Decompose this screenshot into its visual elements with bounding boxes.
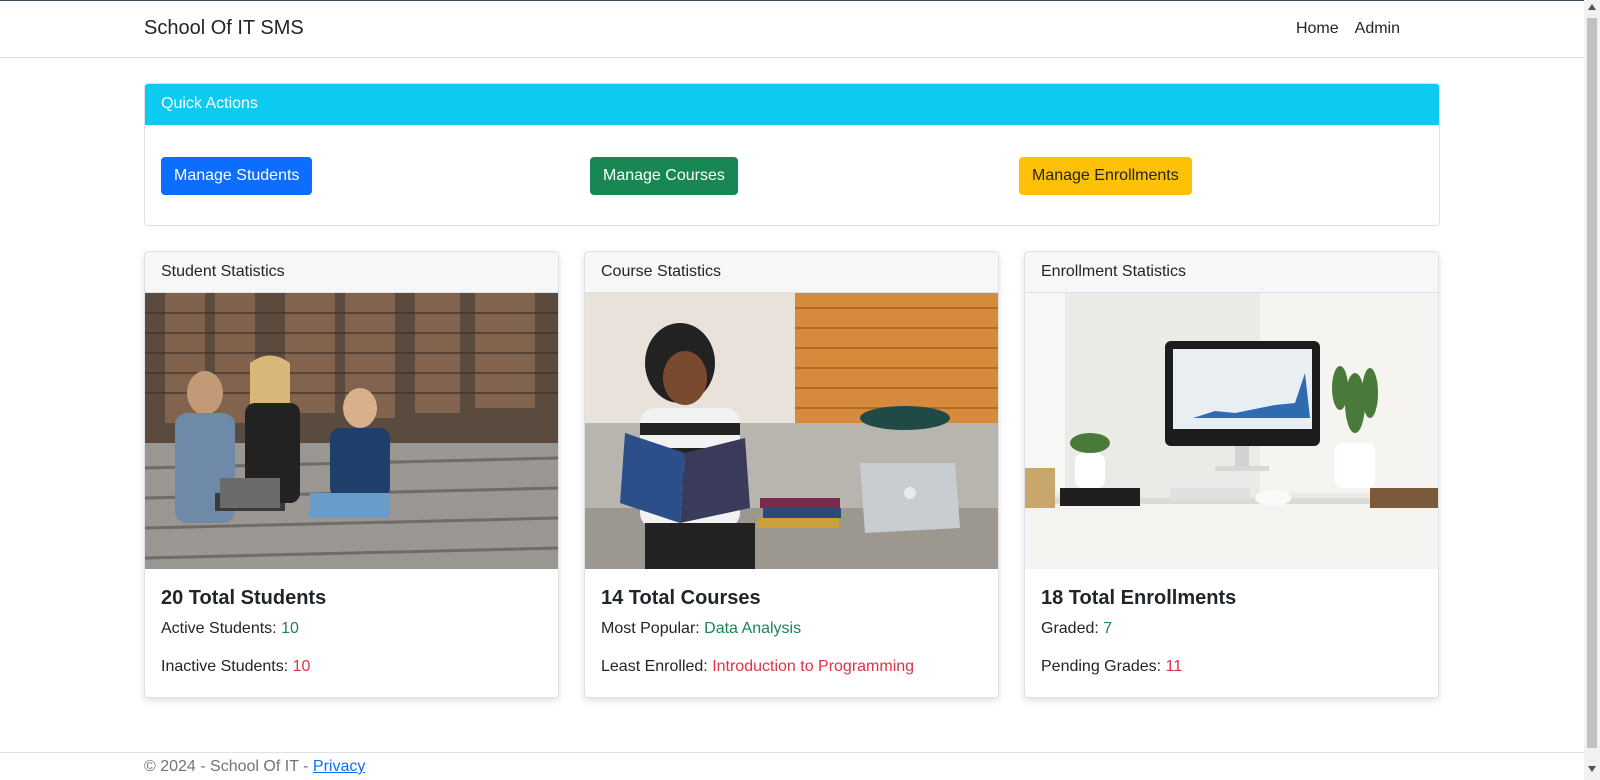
navbar: School Of IT SMS Home Admin <box>0 1 1584 58</box>
enrollments-photo <box>1025 293 1438 569</box>
least-enrolled-line: Least Enrolled: Introduction to Programm… <box>601 658 982 676</box>
quick-actions-body: Manage Students Manage Courses Manage En… <box>145 125 1439 225</box>
manage-students-button[interactable]: Manage Students <box>161 157 313 195</box>
pending-grades-label: Pending Grades: <box>1041 658 1166 675</box>
privacy-link[interactable]: Privacy <box>313 758 365 775</box>
nav-link-home[interactable]: Home <box>1296 20 1339 38</box>
students-photo <box>145 293 558 569</box>
manage-enrollments-button[interactable]: Manage Enrollments <box>1019 157 1192 195</box>
most-popular-line: Most Popular: Data Analysis <box>601 620 982 638</box>
inactive-students-line: Inactive Students: 10 <box>161 658 542 676</box>
scroll-up-arrow-icon[interactable] <box>1588 4 1596 10</box>
course-statistics-card: Course Statistics 14 Total Courses Most … <box>584 251 999 698</box>
students-photo-image <box>145 293 558 569</box>
footer: © 2024 - School Of IT - Privacy <box>0 752 1584 780</box>
courses-photo-image <box>585 293 998 569</box>
quick-actions-card: Quick Actions Manage Students Manage Cou… <box>144 83 1440 226</box>
card-header: Enrollment Statistics <box>1025 252 1438 293</box>
manage-courses-button[interactable]: Manage Courses <box>590 157 738 195</box>
student-statistics-card: Student Statistics 20 Total Students Act… <box>144 251 559 698</box>
card-header: Course Statistics <box>585 252 998 293</box>
inactive-students-value: 10 <box>292 658 311 675</box>
vertical-scrollbar[interactable] <box>1584 0 1600 780</box>
nav-links: Home Admin <box>1296 20 1400 38</box>
active-students-label: Active Students: <box>161 620 282 637</box>
nav-link-admin[interactable]: Admin <box>1355 20 1400 38</box>
pending-grades-value: 11 <box>1165 658 1183 675</box>
footer-text: © 2024 - School Of IT - Privacy <box>144 758 365 776</box>
least-enrolled-label: Least Enrolled: <box>601 658 713 675</box>
total-courses: 14 Total Courses <box>601 587 761 609</box>
active-students-value: 10 <box>281 620 299 637</box>
card-header: Student Statistics <box>145 252 558 293</box>
copyright-text: © 2024 - School Of IT - <box>144 758 313 775</box>
scroll-down-arrow-icon[interactable] <box>1588 766 1596 772</box>
card-body: 18 Total Enrollments Graded: 7 Pending G… <box>1025 569 1438 697</box>
card-body: 20 Total Students Active Students: 10 In… <box>145 569 558 697</box>
card-body: 14 Total Courses Most Popular: Data Anal… <box>585 569 998 697</box>
pending-grades-line: Pending Grades: 11 <box>1041 658 1422 676</box>
enrollment-statistics-card: Enrollment Statistics 18 Total Enrollmen… <box>1024 251 1439 698</box>
total-students: 20 Total Students <box>161 587 327 609</box>
courses-photo <box>585 293 998 569</box>
inactive-students-label: Inactive Students: <box>161 658 293 675</box>
enrollments-photo-image <box>1025 293 1438 569</box>
active-students-line: Active Students: 10 <box>161 620 542 638</box>
most-popular-label: Most Popular: <box>601 620 705 637</box>
graded-line: Graded: 7 <box>1041 620 1422 638</box>
graded-value: 7 <box>1103 620 1113 637</box>
scrollbar-thumb[interactable] <box>1587 18 1597 748</box>
graded-label: Graded: <box>1041 620 1104 637</box>
quick-actions-header: Quick Actions <box>145 84 1439 125</box>
least-enrolled-value: Introduction to Programming <box>712 658 915 675</box>
navbar-brand[interactable]: School Of IT SMS <box>144 17 304 40</box>
total-enrollments: 18 Total Enrollments <box>1041 587 1237 609</box>
most-popular-value: Data Analysis <box>704 620 802 637</box>
